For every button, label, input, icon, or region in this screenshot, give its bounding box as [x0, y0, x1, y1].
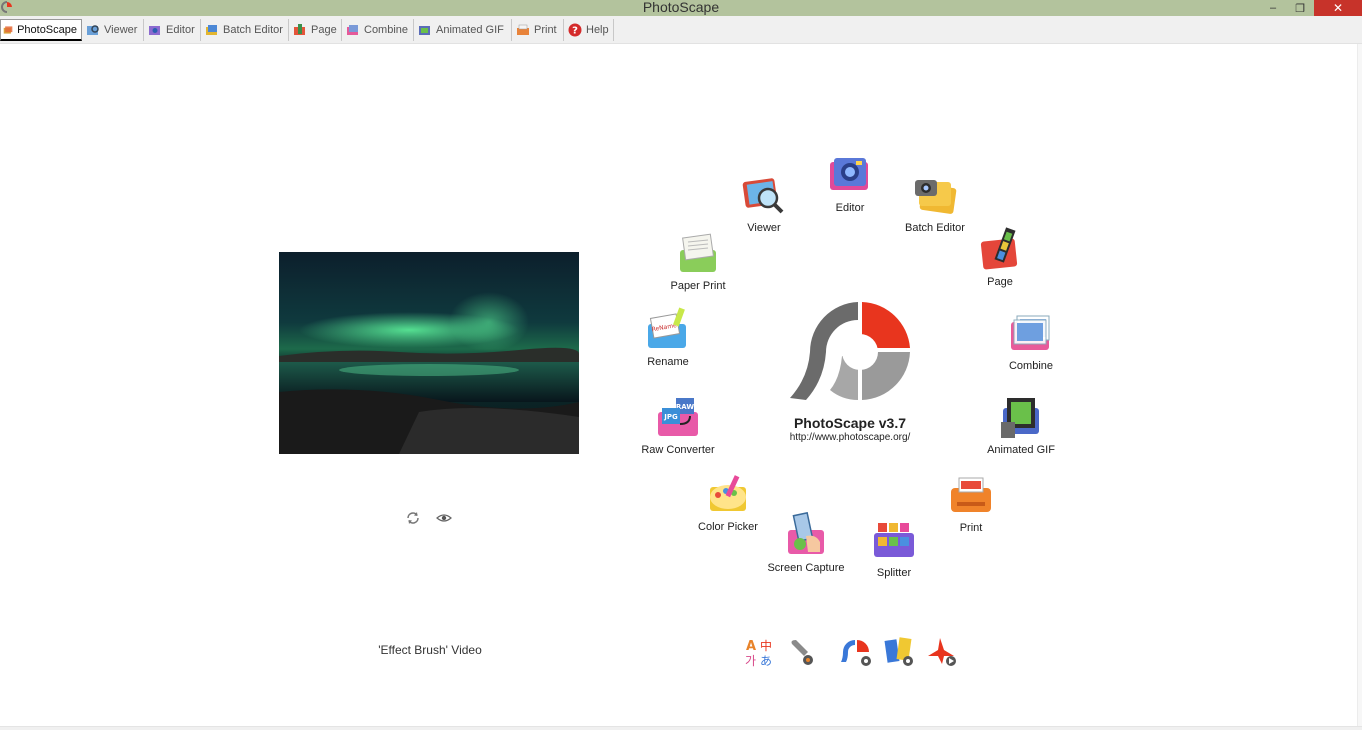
combine-icon [1011, 315, 1050, 350]
logo-url-link[interactable]: http://www.photoscape.org/ [770, 432, 930, 443]
module-label: Combine [1008, 360, 1054, 372]
tab-batch-editor[interactable]: Batch Editor [203, 19, 289, 41]
tab-label: Viewer [104, 24, 138, 36]
module-color-picker[interactable]: Color Picker [678, 471, 778, 533]
aurora-photo[interactable] [279, 252, 579, 454]
photoscape-tab-icon [3, 25, 13, 34]
tab-print[interactable]: Print [514, 19, 564, 41]
batch-editor-tab-icon [206, 25, 217, 35]
tab-label: Combine [364, 24, 409, 36]
title-bar: PhotoScape – ❐ ✕ [0, 0, 1362, 16]
module-label: Raw Converter [641, 444, 715, 456]
svg-text:JPG: JPG [663, 413, 678, 421]
tab-combine[interactable]: Combine [344, 19, 414, 41]
logo-name: PhotoScape v3.7 [793, 415, 907, 431]
module-raw-converter[interactable]: RAW JPG Raw Converter [628, 394, 728, 456]
paper-print-icon [680, 233, 716, 272]
minimize-button[interactable]: – [1260, 0, 1286, 16]
module-viewer[interactable]: Viewer [714, 172, 814, 234]
tab-label: Animated GIF [436, 24, 504, 36]
animated-gif-tab-icon [419, 26, 430, 35]
module-combine[interactable]: Combine [981, 310, 1081, 372]
refresh-icon[interactable] [405, 510, 421, 526]
tab-photoscape[interactable]: PhotoScape [0, 19, 82, 41]
game-icon[interactable] [926, 636, 958, 668]
photoscape-x-icon[interactable] [884, 636, 916, 668]
viewer-tab-icon [87, 25, 99, 35]
module-label: Screen Capture [767, 562, 845, 574]
close-button[interactable]: ✕ [1314, 0, 1362, 16]
svg-text:A: A [746, 639, 756, 654]
splitter-icon [874, 523, 914, 557]
svg-text:?: ? [572, 26, 578, 37]
module-label: Page [987, 276, 1013, 288]
rename-icon: ReName [648, 307, 686, 348]
print-tab-icon [517, 24, 529, 35]
tab-label: Page [311, 24, 337, 36]
tab-editor[interactable]: Editor [146, 19, 201, 41]
module-label: Color Picker [698, 521, 758, 533]
tab-help[interactable]: ? Help [566, 19, 614, 41]
right-edge [1357, 44, 1362, 726]
editor-icon [830, 158, 868, 190]
module-label: Paper Print [670, 280, 726, 292]
raw-converter-icon: RAW JPG [658, 398, 698, 436]
tab-label: PhotoScape [17, 23, 77, 36]
module-animated-gif[interactable]: Animated GIF [971, 394, 1071, 456]
module-rename[interactable]: ReName Rename [618, 306, 718, 368]
module-label: Animated GIF [987, 444, 1055, 456]
svg-text:가: 가 [745, 654, 756, 668]
module-label: Rename [647, 356, 689, 368]
language-icon[interactable]: A 中 가 あ [744, 636, 776, 668]
animated-gif-icon [1001, 398, 1039, 438]
module-splitter[interactable]: Splitter [844, 517, 944, 579]
svg-text:中: 中 [760, 638, 772, 653]
tab-animated-gif[interactable]: Animated GIF [416, 19, 512, 41]
print-icon [951, 477, 991, 512]
tab-viewer[interactable]: Viewer [84, 19, 144, 41]
module-label: Splitter [876, 567, 912, 579]
tab-label: Editor [166, 24, 195, 36]
tab-label: Help [586, 24, 609, 36]
module-batch-editor[interactable]: Batch Editor [885, 172, 985, 234]
tab-page[interactable]: Page [291, 19, 342, 41]
combine-tab-icon [347, 25, 358, 35]
color-picker-icon [710, 475, 746, 511]
tab-bar: PhotoScape Viewer Editor Batch Editor Pa… [0, 16, 1362, 44]
photoscape-update-icon[interactable] [841, 636, 873, 668]
tab-label: Print [534, 24, 557, 36]
eye-icon[interactable] [436, 510, 452, 526]
photoscape-logo [790, 302, 910, 401]
module-paper-print[interactable]: Paper Print [648, 230, 748, 292]
bottom-edge [0, 726, 1362, 730]
editor-tab-icon [149, 26, 160, 35]
tools-icon[interactable] [786, 636, 818, 668]
help-tab-icon: ? [568, 23, 582, 37]
screen-capture-icon [788, 512, 824, 554]
svg-text:あ: あ [760, 654, 772, 668]
batch-editor-icon [915, 180, 957, 214]
module-page[interactable]: Page [950, 226, 1050, 288]
tab-label: Batch Editor [223, 24, 283, 36]
window-title: PhotoScape [642, 0, 720, 15]
maximize-button[interactable]: ❐ [1287, 0, 1313, 16]
photo-caption-link[interactable]: 'Effect Brush' Video [330, 643, 530, 657]
viewer-icon [742, 178, 784, 214]
page-tab-icon [294, 24, 305, 35]
page-icon [980, 227, 1018, 270]
